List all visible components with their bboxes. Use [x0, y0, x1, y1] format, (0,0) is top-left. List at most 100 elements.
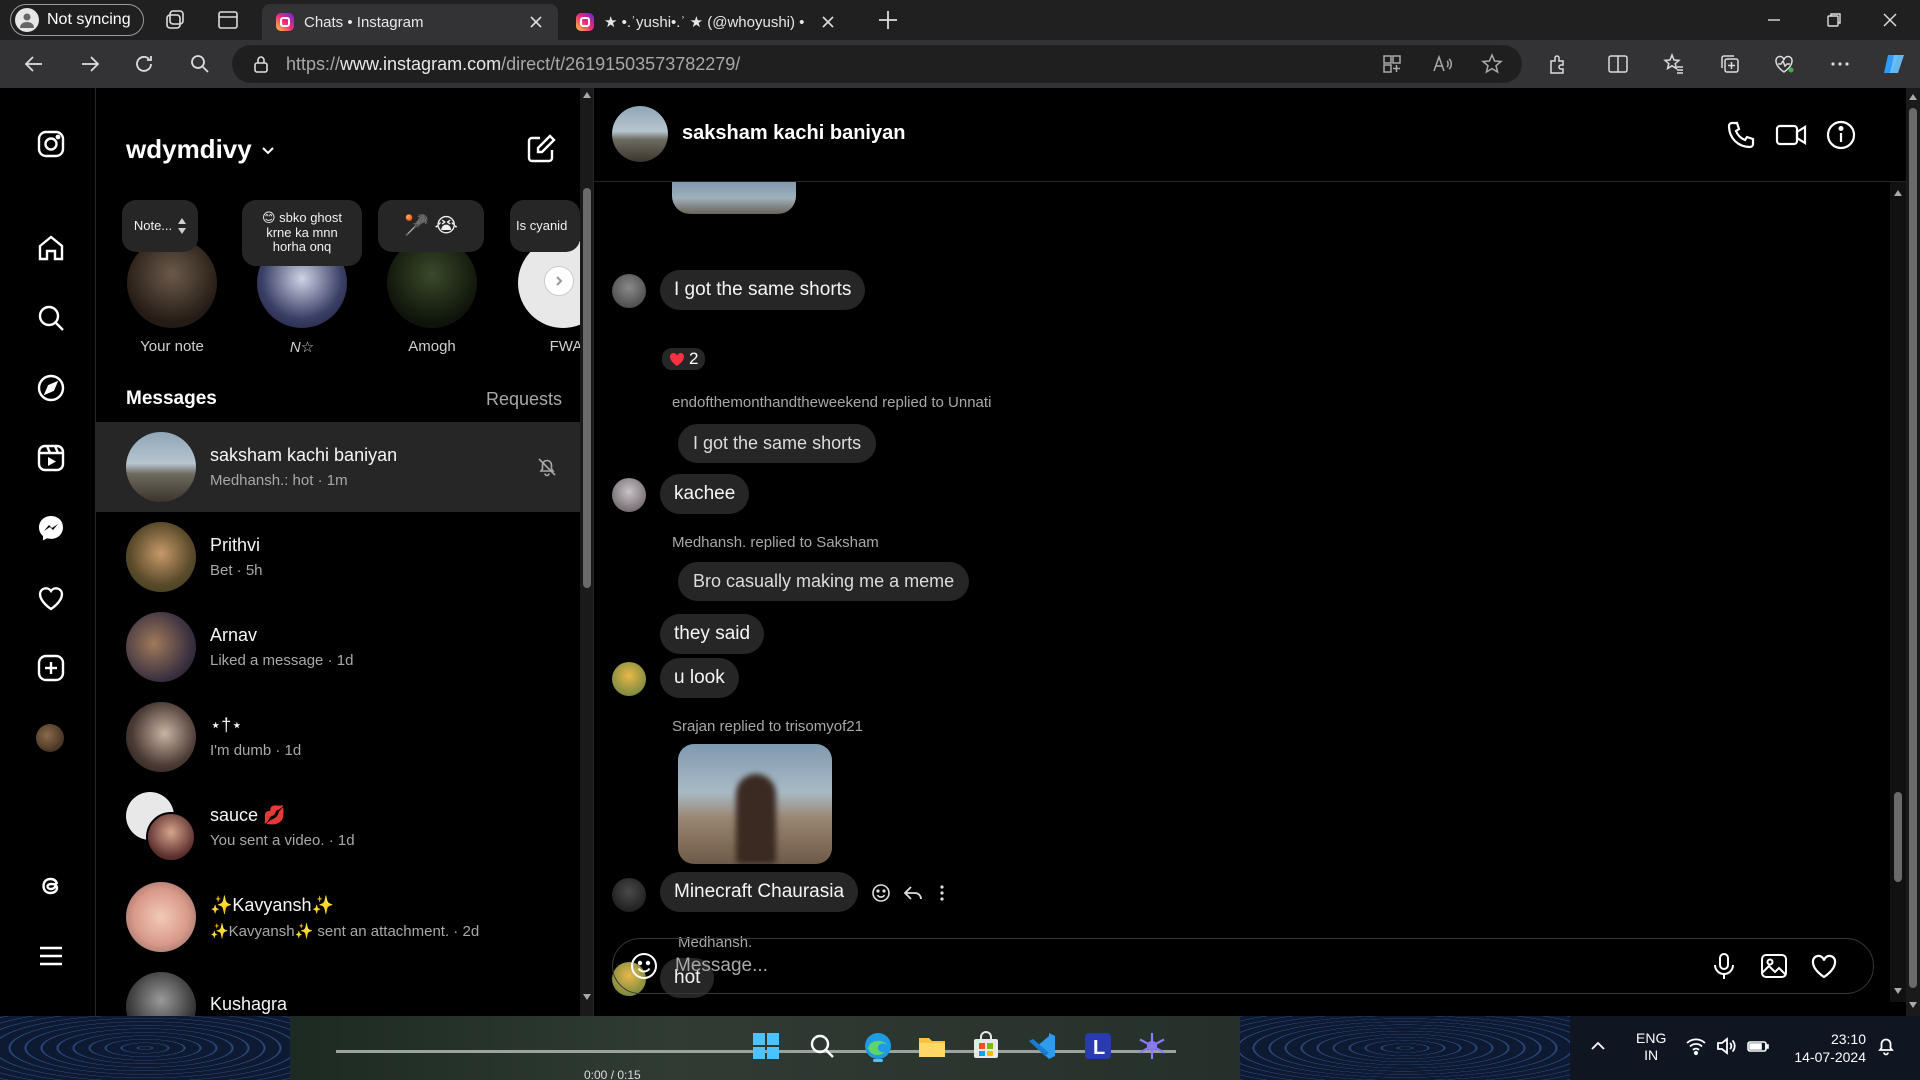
add-photo-icon[interactable]	[1759, 951, 1789, 981]
read-aloud-icon[interactable]	[1430, 52, 1454, 76]
app-available-icon[interactable]	[1380, 52, 1404, 76]
page-scroll-thumb[interactable]	[1909, 108, 1917, 988]
explore-icon[interactable]	[35, 372, 67, 404]
conversation-item-sauce[interactable]: sauce 💋 You sent a video. · 1d	[96, 782, 580, 872]
sender-avatar[interactable]	[612, 478, 646, 512]
note-item[interactable]: 😊 sbko ghost krne ka mnn horha onq N☆	[242, 200, 362, 356]
message-bubble[interactable]: they said	[660, 614, 765, 654]
messenger-icon[interactable]	[35, 512, 67, 544]
minimize-icon[interactable]	[1762, 8, 1786, 32]
scroll-up-icon[interactable]	[1908, 92, 1918, 102]
emoji-picker-icon[interactable]	[629, 951, 659, 981]
video-call-icon[interactable]	[1774, 118, 1808, 152]
battery-icon[interactable]	[1746, 1034, 1770, 1058]
vscode-icon[interactable]	[1026, 1030, 1058, 1062]
message-bubble[interactable]: Minecraft Chaurasia	[660, 872, 859, 912]
more-vertical-icon[interactable]	[934, 882, 950, 904]
snowflake-app-icon[interactable]	[1136, 1030, 1168, 1062]
create-icon[interactable]	[35, 652, 67, 684]
conversation-item-kavyansh[interactable]: ✨Kavyansh✨ ✨Kavyansh✨ sent an attachment.…	[96, 872, 580, 962]
start-windows-icon[interactable]	[750, 1030, 782, 1062]
reels-icon[interactable]	[35, 442, 67, 474]
chat-avatar[interactable]	[612, 106, 668, 162]
chat-scrollbar[interactable]	[1890, 182, 1906, 1002]
close-tab-icon[interactable]	[820, 14, 836, 30]
notifications-heart-icon[interactable]	[35, 582, 67, 614]
file-explorer-icon[interactable]	[916, 1030, 948, 1062]
restore-icon[interactable]	[1822, 8, 1846, 32]
back-icon[interactable]	[22, 52, 46, 76]
conversation-item-arnav[interactable]: Arnav Liked a message · 1d	[96, 602, 580, 692]
tab-messages[interactable]: Messages	[126, 388, 217, 410]
wifi-icon[interactable]	[1684, 1034, 1708, 1058]
profile-avatar[interactable]	[36, 724, 64, 752]
l-app-icon[interactable]: L	[1082, 1030, 1114, 1062]
sender-avatar[interactable]	[612, 274, 646, 308]
favorite-star-icon[interactable]	[1480, 52, 1504, 76]
next-notes-button[interactable]	[544, 266, 574, 296]
new-tab-icon[interactable]	[876, 8, 900, 32]
microsoft-store-icon[interactable]	[970, 1030, 1002, 1062]
sender-avatar[interactable]	[612, 662, 646, 696]
close-window-icon[interactable]	[1878, 8, 1902, 32]
more-options-icon[interactable]	[1828, 52, 1852, 76]
quoted-message[interactable]: Bro casually making me a meme	[678, 562, 970, 601]
tab-whoyushi[interactable]: ★ •.ʾyushi•.ʾ ★ (@whoyushi) • Ir	[562, 4, 850, 40]
quoted-photo[interactable]	[678, 744, 832, 864]
conversation-item-prithvi[interactable]: Prithvi Bet · 5h	[96, 512, 580, 602]
extensions-icon[interactable]	[1546, 52, 1570, 76]
inbox-scrollbar[interactable]	[580, 88, 593, 1016]
sender-avatar[interactable]	[612, 878, 646, 912]
microphone-icon[interactable]	[1709, 951, 1739, 981]
reaction-badge[interactable]: 2	[660, 346, 708, 372]
message-bubble[interactable]: I got the same shorts	[660, 270, 866, 310]
note-item[interactable]: 🥍 😭 Amogh	[372, 200, 492, 355]
favorites-icon[interactable]	[1662, 52, 1686, 76]
page-scrollbar[interactable]	[1906, 88, 1920, 1016]
copilot-icon[interactable]	[1880, 49, 1910, 79]
conversation-item-kushagra[interactable]: Kushagra	[96, 962, 580, 1016]
account-switcher[interactable]: wdymdivy	[126, 134, 276, 165]
conversation-item-saksham[interactable]: saksham kachi baniyan Medhansh.: hot · 1m	[96, 422, 580, 512]
notification-bell-icon[interactable]	[1874, 1034, 1898, 1058]
message-bubble[interactable]: kachee	[660, 474, 750, 514]
note-item[interactable]: Note... Your note	[112, 200, 232, 355]
audio-call-icon[interactable]	[1724, 118, 1758, 152]
close-tab-icon[interactable]	[528, 14, 544, 30]
quoted-message[interactable]: I got the same shorts	[678, 424, 877, 463]
inbox-scroll-thumb[interactable]	[583, 188, 591, 588]
split-screen-icon[interactable]	[1606, 52, 1630, 76]
taskbar-search-icon[interactable]	[806, 1030, 838, 1062]
tab-requests[interactable]: Requests	[486, 389, 562, 410]
volume-icon[interactable]	[1714, 1034, 1738, 1058]
like-heart-icon[interactable]	[1809, 951, 1839, 981]
browser-essentials-icon[interactable]	[1772, 52, 1796, 76]
shared-photo[interactable]	[672, 182, 796, 214]
show-hidden-icons-chevron-icon[interactable]	[1586, 1034, 1610, 1058]
scroll-down-icon[interactable]	[1908, 1000, 1918, 1010]
input-language[interactable]: ENG IN	[1636, 1030, 1666, 1064]
message-input[interactable]	[675, 951, 1675, 981]
tab-actions-icon[interactable]	[216, 8, 240, 32]
threads-icon[interactable]	[35, 870, 67, 902]
chat-title[interactable]: saksham kachi baniyan	[682, 122, 905, 145]
conversation-item-star[interactable]: ⋆†⋆ I'm dumb · 1d	[96, 692, 580, 782]
workspaces-icon[interactable]	[164, 8, 188, 32]
chat-scroll-thumb[interactable]	[1894, 792, 1902, 882]
scroll-down-icon[interactable]	[582, 992, 592, 1002]
search-icon[interactable]	[35, 302, 67, 334]
message-bubble[interactable]: u look	[660, 658, 739, 698]
clock[interactable]: 23:10 14-07-2024	[1784, 1030, 1866, 1066]
scroll-up-icon[interactable]	[582, 90, 592, 100]
edge-browser-icon[interactable]	[862, 1030, 894, 1062]
scroll-up-icon[interactable]	[1893, 188, 1903, 198]
tab-chats-instagram[interactable]: Chats • Instagram	[262, 4, 558, 40]
scroll-down-icon[interactable]	[1893, 986, 1903, 996]
react-emoji-icon[interactable]	[870, 882, 892, 904]
conversation-info-icon[interactable]	[1824, 118, 1858, 152]
home-icon[interactable]	[35, 232, 67, 264]
new-message-icon[interactable]	[524, 132, 558, 166]
refresh-icon[interactable]	[132, 52, 156, 76]
menu-hamburger-icon[interactable]	[35, 940, 67, 972]
url-bar[interactable]: https://www.instagram.com/direct/t/26191…	[232, 45, 1522, 83]
